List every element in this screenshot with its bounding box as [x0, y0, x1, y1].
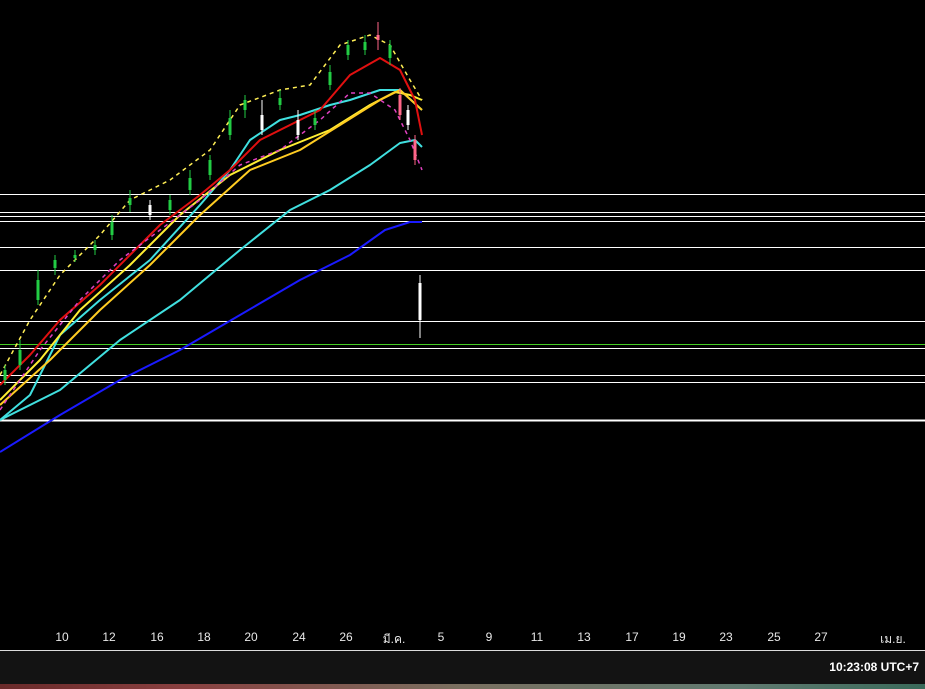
candle-body	[188, 178, 192, 190]
candle-body	[148, 205, 152, 215]
time-axis: 10 12 16 18 20 24 26 มี.ค. 5 9 11 13 17 19 23 25 27 เม.ย.	[0, 620, 925, 650]
x-tick-label: 17	[625, 630, 639, 644]
candle-body	[363, 42, 367, 50]
x-tick-label: 9	[485, 630, 493, 644]
status-bar: 10:23:08 UTC+7	[0, 651, 925, 684]
candle-body	[53, 260, 57, 268]
x-tick-label: 5	[437, 630, 445, 644]
x-tick-label: 16	[150, 630, 164, 644]
candle-body	[328, 72, 332, 85]
x-tick-label: 13	[577, 630, 591, 644]
x-tick-label: เม.ย.	[880, 632, 906, 646]
candle-body	[398, 95, 402, 115]
candle-body	[418, 283, 422, 320]
lower-band-line	[0, 92, 423, 411]
candle-body	[18, 350, 22, 365]
x-tick-label: 24	[292, 630, 306, 644]
candle-body	[413, 140, 417, 160]
candle-body	[128, 198, 132, 205]
blue-ma-line	[0, 221, 422, 453]
yellow-1-line	[0, 91, 423, 401]
candle-body	[93, 245, 97, 250]
x-tick-label: 18	[197, 630, 211, 644]
x-tick-label: 10	[55, 630, 69, 644]
candle-body	[36, 280, 40, 300]
candle-body	[208, 160, 212, 175]
candle-body	[168, 200, 172, 210]
candle-body	[388, 45, 392, 58]
x-tick-label: 23	[719, 630, 733, 644]
candle-body	[110, 222, 114, 235]
candle-body	[376, 35, 380, 40]
bottom-strip	[0, 684, 925, 689]
x-tick-label: 20	[244, 630, 258, 644]
candle-body	[313, 118, 317, 125]
x-tick-label: 12	[102, 630, 116, 644]
clock-label: 10:23:08 UTC+7	[829, 660, 919, 674]
candle-body	[260, 115, 264, 130]
x-tick-label: 26	[339, 630, 353, 644]
candle-body	[346, 45, 350, 55]
candle-body	[278, 98, 282, 105]
x-tick-label: 11	[530, 630, 544, 644]
candle-body	[243, 100, 247, 110]
x-tick-label: มี.ค.	[382, 632, 406, 646]
candle-body	[3, 370, 7, 380]
cyan-fast-line	[0, 89, 423, 421]
candle-body	[406, 110, 410, 125]
candle-body	[296, 120, 300, 135]
x-tick-label: 19	[672, 630, 686, 644]
x-tick-label: 25	[767, 630, 781, 644]
price-chart[interactable]	[0, 0, 925, 620]
x-tick-label: 27	[814, 630, 828, 644]
candle-body	[73, 255, 77, 258]
candle-body	[228, 118, 232, 135]
cyan-slow-line	[0, 139, 423, 421]
